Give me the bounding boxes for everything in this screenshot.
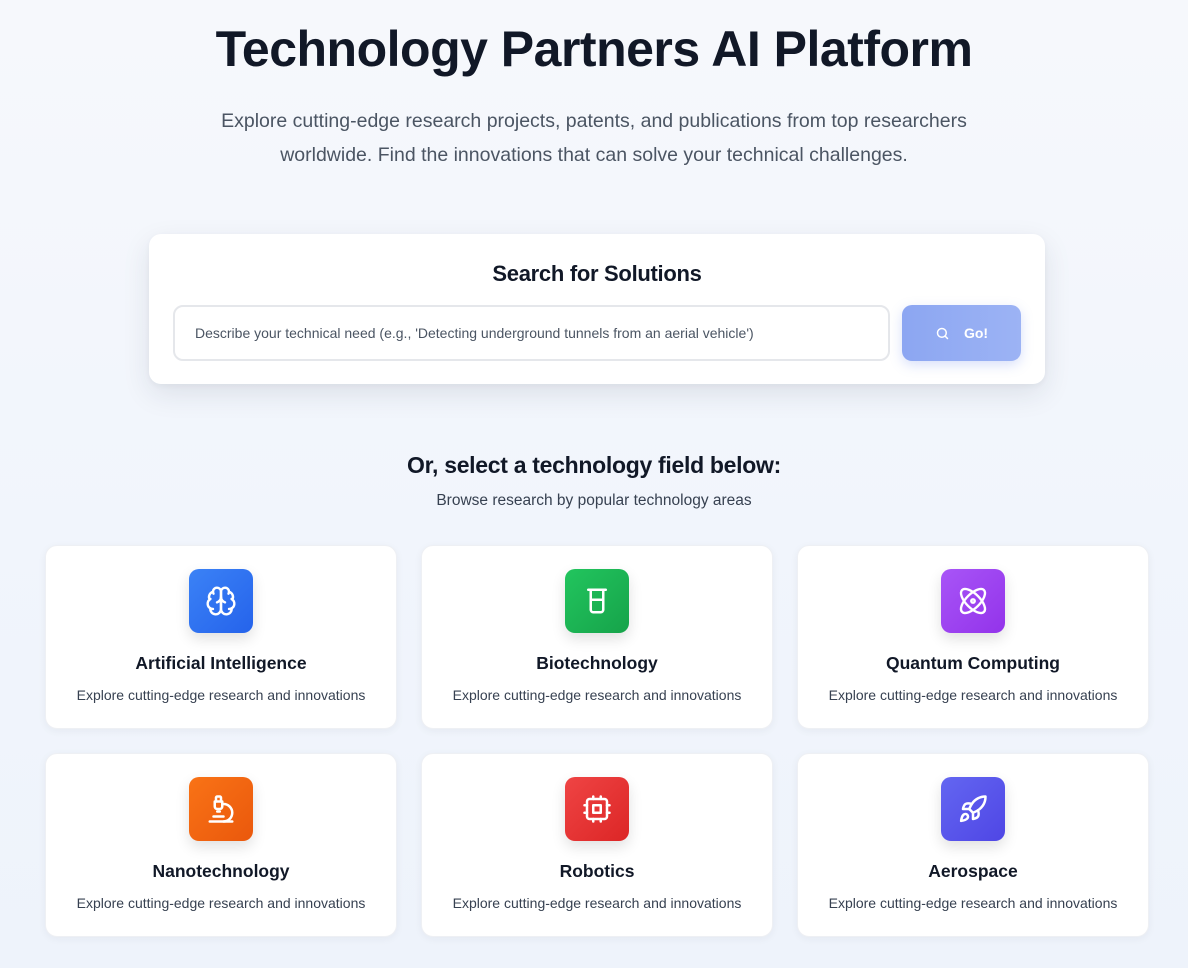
fields-section-title: Or, select a technology field below: <box>407 452 781 478</box>
subtitle-line-1: Explore cutting-edge research projects, … <box>221 110 967 132</box>
cpu-icon <box>565 777 629 841</box>
field-name: Aerospace <box>928 861 1018 881</box>
search-card: Search for Solutions Go! <box>149 234 1045 384</box>
fields-section-subtitle: Browse research by popular technology ar… <box>436 492 752 509</box>
field-description: Explore cutting-edge research and innova… <box>828 687 1118 703</box>
field-description: Explore cutting-edge research and innova… <box>76 895 366 911</box>
field-name: Robotics <box>559 861 635 881</box>
field-description: Explore cutting-edge research and innova… <box>828 895 1118 911</box>
field-name: Quantum Computing <box>885 653 1060 673</box>
field-description: Explore cutting-edge research and innova… <box>76 687 366 703</box>
field-card-robotics[interactable]: Robotics Explore cutting-edge research a… <box>421 753 773 937</box>
go-button-label: Go! <box>963 325 989 341</box>
field-name: Nanotechnology <box>152 861 290 881</box>
beaker-icon <box>565 569 629 633</box>
field-description: Explore cutting-edge research and innova… <box>452 687 742 703</box>
field-name: Biotechnology <box>536 653 658 673</box>
subtitle-line-2: worldwide. Find the innovations that can… <box>280 144 908 166</box>
field-card-nanotechnology[interactable]: Nanotechnology Explore cutting-edge rese… <box>45 753 397 937</box>
field-card-artificial-intelligence[interactable]: Artificial Intelligence Explore cutting-… <box>45 545 397 729</box>
page-subtitle: Explore cutting-edge research projects, … <box>194 104 994 172</box>
atom-icon <box>941 569 1005 633</box>
go-button[interactable]: Go! <box>902 305 1021 361</box>
field-description: Explore cutting-edge research and innova… <box>452 895 742 911</box>
field-card-aerospace[interactable]: Aerospace Explore cutting-edge research … <box>797 753 1149 937</box>
search-input[interactable] <box>173 305 890 361</box>
field-card-quantum-computing[interactable]: Quantum Computing Explore cutting-edge r… <box>797 545 1149 729</box>
field-name: Artificial Intelligence <box>135 653 307 673</box>
field-card-biotechnology[interactable]: Biotechnology Explore cutting-edge resea… <box>421 545 773 729</box>
search-icon <box>935 326 950 341</box>
rocket-icon <box>941 777 1005 841</box>
brain-icon <box>189 569 253 633</box>
search-title: Search for Solutions <box>492 261 702 286</box>
microscope-icon <box>189 777 253 841</box>
page-title: Technology Partners AI Platform <box>215 21 973 77</box>
